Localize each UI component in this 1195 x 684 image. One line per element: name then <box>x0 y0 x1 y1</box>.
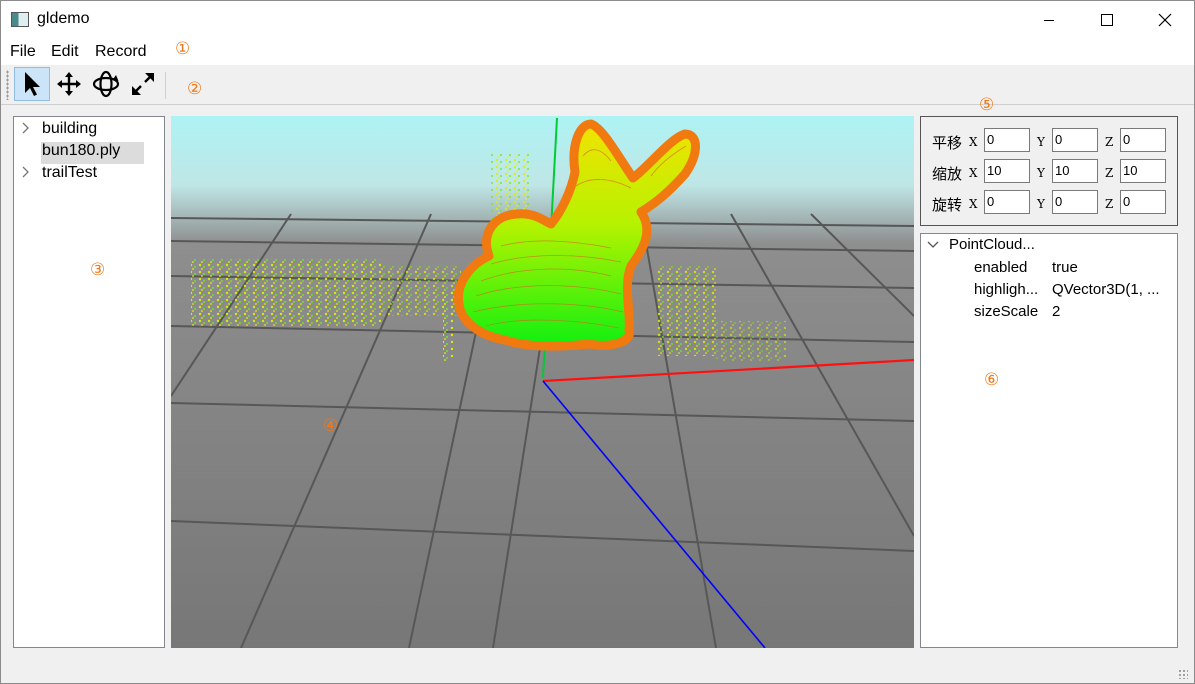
rotate-tool-button[interactable] <box>88 67 124 101</box>
menu-edit[interactable]: Edit <box>51 43 79 61</box>
translate-x-input[interactable]: 0 <box>984 128 1030 152</box>
tree-item-label: bun180.ply <box>41 142 145 164</box>
property-name: enabled <box>974 259 1028 276</box>
minimize-icon <box>1044 19 1054 21</box>
close-icon <box>1158 13 1172 26</box>
annotation-marker-6: ⑥ <box>984 370 1000 390</box>
axis-y-label: Y <box>1037 197 1045 211</box>
property-name: sizeScale <box>974 303 1039 320</box>
window-title: gldemo <box>37 10 90 27</box>
rotate-orbit-icon <box>92 70 120 98</box>
axis-z-label: Z <box>1105 166 1114 180</box>
scale-label: 缩放 <box>932 165 963 183</box>
chevron-right-icon[interactable] <box>21 166 31 178</box>
property-root-label[interactable]: PointCloud... <box>949 236 1035 253</box>
translate-label: 平移 <box>932 134 963 152</box>
axis-z-label: Z <box>1105 197 1114 211</box>
axis-z-label: Z <box>1105 135 1114 149</box>
scene-tree-panel[interactable]: building bun180.ply trailTest ③ <box>13 116 165 648</box>
translate-y-input[interactable]: 0 <box>1052 128 1098 152</box>
toolbar-grip[interactable] <box>6 70 9 100</box>
close-button[interactable] <box>1136 1 1194 38</box>
annotation-marker-2: ② <box>187 79 203 99</box>
maximize-icon <box>1101 13 1113 26</box>
rotate-label: 旋转 <box>932 196 963 214</box>
rotate-x-input[interactable]: 0 <box>984 190 1030 214</box>
annotation-marker-5: ⑤ <box>979 95 995 115</box>
rotate-z-input[interactable]: 0 <box>1120 190 1166 214</box>
select-tool-button[interactable] <box>14 67 50 101</box>
annotation-marker-3: ③ <box>90 260 106 280</box>
toolbar-separator <box>165 72 166 99</box>
tree-item-bun180[interactable]: bun180.ply <box>14 140 164 164</box>
transform-panel: ⑤ 平移 X 0 Y 0 Z 0 缩放 X 10 Y 10 Z 10 旋转 X … <box>920 95 1178 226</box>
axis-y-label: Y <box>1037 135 1045 149</box>
tree-item-trailtest[interactable]: trailTest <box>14 162 164 184</box>
tree-item-label: trailTest <box>42 164 98 181</box>
rotate-y-input[interactable]: 0 <box>1052 190 1098 214</box>
annotation-marker-4: ④ <box>323 416 339 436</box>
app-icon <box>11 12 29 27</box>
arrow-pointer-icon <box>25 72 40 96</box>
maximize-button[interactable] <box>1078 1 1136 38</box>
app-window: gldemo File Edit Record ① ② building bun… <box>0 0 1195 684</box>
axis-x-label: X <box>969 166 978 180</box>
move-tool-button[interactable] <box>51 67 87 101</box>
scene-render <box>171 116 914 648</box>
expand-icon <box>132 73 154 95</box>
scale-tool-button[interactable] <box>125 67 161 101</box>
property-value-enabled[interactable]: true <box>1052 259 1078 276</box>
minimize-button[interactable] <box>1020 1 1078 38</box>
title-bar: gldemo <box>1 1 1194 38</box>
tree-item-label: building <box>42 120 98 137</box>
axis-x-label: X <box>969 197 978 211</box>
axis-x-label: X <box>969 135 978 149</box>
tree-item-building[interactable]: building <box>14 118 164 140</box>
property-name: highligh... <box>974 281 1039 298</box>
chevron-right-icon[interactable] <box>21 122 31 134</box>
menu-file[interactable]: File <box>10 43 36 61</box>
menu-bar: File Edit Record ① <box>1 38 1194 65</box>
property-value-sizescale[interactable]: 2 <box>1052 303 1060 320</box>
move-arrows-icon <box>57 72 81 96</box>
3d-viewport[interactable]: ④ <box>171 116 914 648</box>
properties-panel[interactable]: PointCloud... enabled true highligh... Q… <box>920 233 1178 648</box>
property-value-highlight[interactable]: QVector3D(1, ... <box>1052 281 1160 298</box>
scale-x-input[interactable]: 10 <box>984 159 1030 183</box>
translate-z-input[interactable]: 0 <box>1120 128 1166 152</box>
menu-record[interactable]: Record <box>95 43 147 61</box>
annotation-marker-1: ① <box>175 39 191 59</box>
toolbar: ② <box>1 66 1194 105</box>
chevron-down-icon[interactable] <box>927 240 939 250</box>
scale-y-input[interactable]: 10 <box>1052 159 1098 183</box>
scale-z-input[interactable]: 10 <box>1120 159 1166 183</box>
resize-grip[interactable] <box>1178 669 1188 679</box>
axis-y-label: Y <box>1037 166 1045 180</box>
